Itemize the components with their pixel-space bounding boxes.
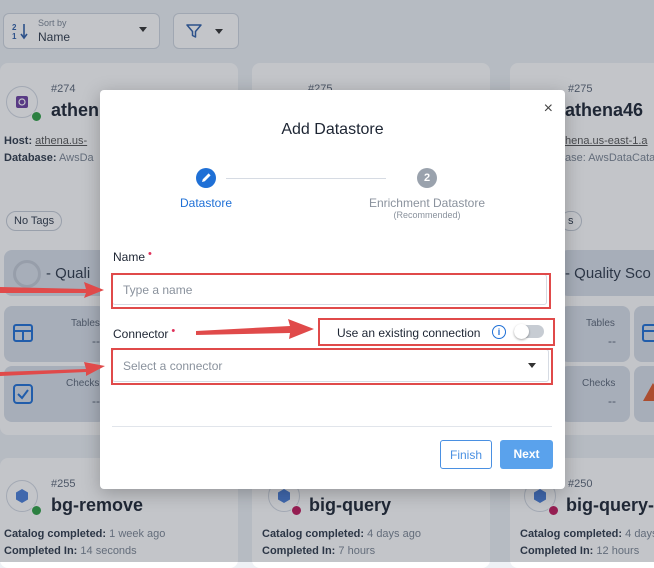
annotation-arrows bbox=[0, 282, 314, 376]
arrow-to-name-icon bbox=[0, 282, 104, 298]
arrow-to-connector-icon bbox=[0, 362, 105, 376]
arrow-to-toggle-icon bbox=[196, 319, 314, 339]
